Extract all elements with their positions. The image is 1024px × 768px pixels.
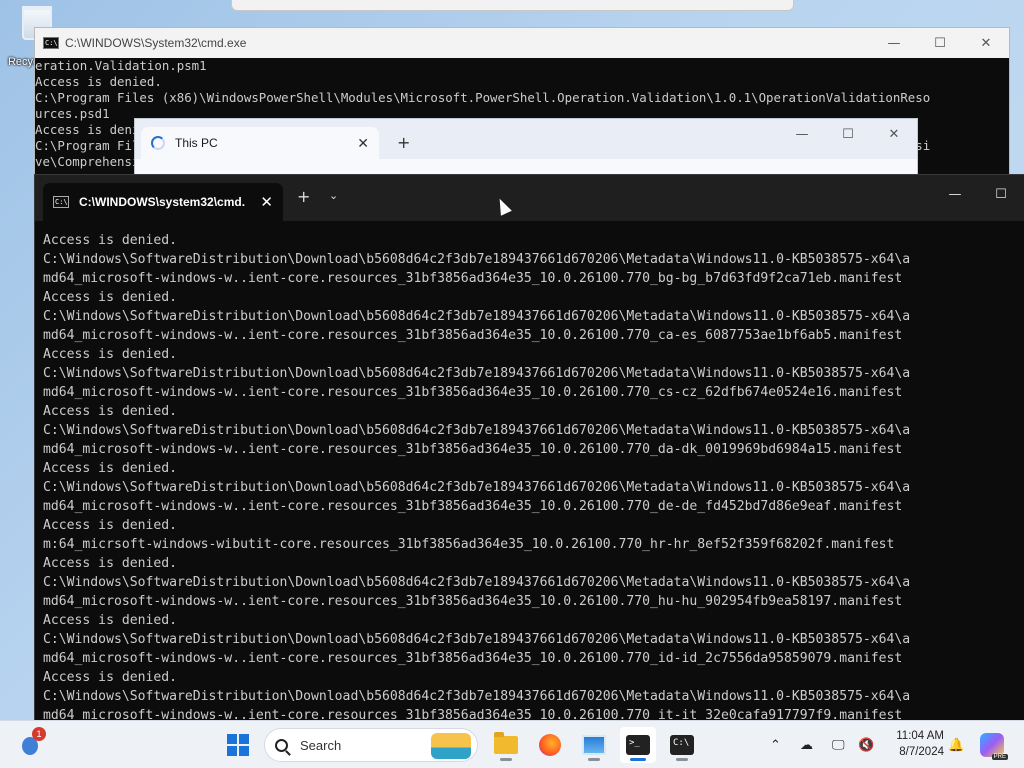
new-tab-button[interactable]: + — [397, 133, 410, 152]
new-tab-button[interactable]: + — [297, 187, 310, 206]
firefox-taskbar-button[interactable] — [532, 727, 568, 763]
cmd-taskbar-icon: C:\ — [670, 735, 694, 755]
terminal-taskbar-button[interactable]: >_ — [620, 727, 656, 763]
running-indicator — [676, 758, 688, 761]
terminal-output[interactable]: Access is denied. C:\Windows\SoftwareDis… — [35, 221, 1024, 721]
clock-time: 11:04 AM — [896, 730, 944, 742]
search-box[interactable]: Search — [264, 728, 478, 762]
tab-title: This PC — [175, 136, 218, 150]
terminal-window-controls: — ☐ — [932, 175, 1024, 213]
search-placeholder: Search — [300, 737, 342, 753]
minimize-button[interactable]: — — [779, 119, 825, 149]
volume-tray-button[interactable]: 🔇 — [858, 721, 874, 768]
search-icon — [275, 738, 288, 752]
photos-taskbar-button[interactable] — [576, 727, 612, 763]
cmd-icon: C:\ — [53, 196, 69, 208]
cmd-taskbar-button[interactable]: C:\ — [664, 727, 700, 763]
notification-badge: 1 — [32, 727, 46, 741]
preview-badge: PRE — [991, 754, 1008, 760]
cmd-icon: C:\ — [43, 37, 59, 49]
terminal-tabbar[interactable]: C:\ C:\WINDOWS\system32\cmd. ✕ + ⌄ — ☐ — [35, 175, 1024, 221]
file-explorer-taskbar-button[interactable] — [488, 727, 524, 763]
cmd-back-titlebar[interactable]: C:\ C:\WINDOWS\System32\cmd.exe — ☐ ✕ — [35, 28, 1009, 58]
maximize-button[interactable]: ☐ — [917, 28, 963, 58]
onedrive-tray-button[interactable]: ☁ — [800, 721, 813, 768]
close-button[interactable]: ✕ — [871, 119, 917, 149]
close-tab-icon[interactable]: ✕ — [357, 135, 369, 152]
show-hidden-icons-button[interactable]: ⌃ — [770, 721, 781, 768]
windows-logo-icon — [227, 734, 249, 756]
file-explorer-window[interactable]: This PC ✕ + — ☐ ✕ — [134, 118, 918, 179]
terminal-tab-cmd[interactable]: C:\ C:\WINDOWS\system32\cmd. ✕ — [43, 183, 283, 221]
volume-muted-icon: 🔇 — [858, 737, 875, 752]
terminal-icon: >_ — [626, 735, 650, 755]
minimize-button[interactable]: — — [871, 28, 917, 58]
close-tab-icon[interactable]: ✕ — [260, 193, 273, 211]
running-indicator — [588, 758, 600, 761]
search-highlight-icon — [431, 733, 471, 759]
maximize-button[interactable]: ☐ — [825, 119, 871, 149]
notifications-button[interactable]: 🔔 — [948, 721, 964, 768]
photos-icon — [582, 735, 606, 755]
clock[interactable]: 11:04 AM 8/7/2024 — [886, 728, 944, 760]
bell-icon: 🔔 — [948, 737, 965, 752]
loading-spinner-icon — [151, 136, 165, 150]
start-button[interactable] — [220, 727, 256, 763]
close-button[interactable]: ✕ — [963, 28, 1009, 58]
network-tray-button[interactable]: 🖵 — [832, 721, 845, 768]
copilot-button[interactable]: PRE — [980, 733, 1008, 760]
minimize-button[interactable]: — — [932, 175, 978, 213]
folder-icon — [494, 732, 518, 754]
clock-date: 8/7/2024 — [899, 746, 944, 758]
network-icon: 🖵 — [832, 737, 845, 752]
chevron-up-icon: ⌃ — [770, 737, 781, 752]
chevron-down-icon[interactable]: ⌄ — [329, 189, 338, 202]
background-window-edge[interactable] — [231, 0, 794, 11]
widgets-button[interactable]: 1 — [22, 727, 46, 757]
tab-this-pc[interactable]: This PC ✕ — [141, 127, 379, 159]
active-indicator — [630, 758, 646, 761]
terminal-tab-title: C:\WINDOWS\system32\cmd. — [79, 195, 246, 209]
cmd-back-title: C:\WINDOWS\System32\cmd.exe — [65, 36, 247, 50]
explorer-window-controls: — ☐ ✕ — [779, 119, 917, 149]
running-indicator — [500, 758, 512, 761]
firefox-icon — [539, 734, 561, 756]
cloud-offline-icon: ☁ — [800, 737, 813, 752]
taskbar: 1 Search >_ C:\ ⌃ ☁ 🖵 🔇 11:04 AM 8/7/202… — [0, 720, 1024, 768]
maximize-button[interactable]: ☐ — [978, 175, 1024, 213]
terminal-window[interactable]: C:\ C:\WINDOWS\system32\cmd. ✕ + ⌄ — ☐ A… — [34, 174, 1024, 722]
